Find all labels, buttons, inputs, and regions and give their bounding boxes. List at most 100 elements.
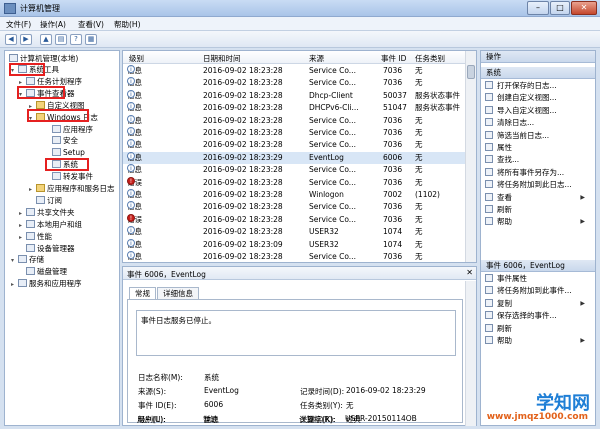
event-id: 51047: [383, 103, 407, 113]
event-source: Service Co...: [309, 177, 356, 187]
event-datetime: 2016-09-02 18:23:28: [203, 140, 283, 150]
event-row[interactable]: i信息 2016-09-02 18:23:28 Service Co... 7036 无: [123, 139, 466, 152]
event-row[interactable]: i信息 2016-09-02 18:23:28 Service Co... 7036 无: [123, 201, 466, 214]
col-event-id[interactable]: 事件 ID: [381, 53, 406, 64]
menu-action[interactable]: 操作(A): [40, 19, 66, 30]
tree-item[interactable]: ▾ 存储: [11, 254, 44, 265]
show-action-pane-icon[interactable]: ▦: [85, 34, 97, 45]
action-item[interactable]: 帮助 ▶: [481, 216, 595, 228]
action-item[interactable]: 筛选当前日志...: [481, 130, 595, 142]
tree-item[interactable]: 磁盘管理: [19, 266, 67, 277]
event-level: i信息: [127, 139, 142, 152]
forward-icon[interactable]: ▶: [20, 34, 32, 45]
col-task-category[interactable]: 任务类别: [415, 53, 445, 64]
menu-file[interactable]: 文件(F): [6, 19, 31, 30]
open-log-icon: [485, 81, 493, 89]
scrollbar-thumb[interactable]: [467, 65, 475, 79]
action-item[interactable]: 打开保存的日志...: [481, 80, 595, 92]
tree-item[interactable]: ▸ 应用程序和服务日志: [29, 183, 115, 194]
menu-help[interactable]: 帮助(H): [114, 19, 141, 30]
tree-item[interactable]: ▸ 共享文件夹: [19, 207, 75, 218]
action-item[interactable]: 事件属性: [481, 273, 595, 285]
tree-item-label: 订阅: [47, 195, 62, 205]
action-item-label: 导入自定义视图...: [497, 105, 557, 115]
actions-section-event[interactable]: 事件 6006，EventLog: [481, 260, 595, 272]
window-title: 计算机管理: [20, 4, 60, 13]
event-row[interactable]: i信息 2016-09-02 18:23:28 Service Co... 7036 无: [123, 164, 466, 177]
event-row[interactable]: i信息 2016-09-02 18:23:28 Service Co... 7036 无: [123, 65, 466, 78]
event-row[interactable]: !错误 2016-09-02 18:23:28 Service Co... 7036 无: [123, 176, 466, 190]
actions-section-system[interactable]: 系统: [481, 67, 595, 79]
actions-header: 操作: [481, 51, 595, 63]
event-level: i信息: [127, 151, 142, 165]
expand-arrow-icon[interactable]: ▸: [19, 208, 26, 219]
expand-arrow-icon[interactable]: ▸: [19, 232, 26, 243]
event-row[interactable]: i信息 2016-09-02 18:23:28 Dhcp-Client 50037 服务…: [123, 89, 466, 103]
event-id-label: 事件 ID(E):: [138, 401, 177, 410]
tree-item[interactable]: 转发事件: [45, 171, 93, 182]
expand-arrow-icon[interactable]: ▸: [29, 184, 36, 195]
back-icon[interactable]: ◀: [5, 34, 17, 45]
tree-item[interactable]: 设备管理器: [19, 243, 75, 254]
event-datetime: 2016-09-02 18:23:28: [203, 214, 283, 224]
tree-item[interactable]: 安全: [45, 135, 78, 146]
event-row[interactable]: i信息 2016-09-02 18:23:28 Service Co... 7036 无: [123, 127, 466, 140]
up-folder-icon[interactable]: ▲: [40, 34, 52, 45]
tree-item[interactable]: 订阅: [29, 195, 62, 206]
action-item[interactable]: 清除日志...: [481, 117, 595, 129]
col-level[interactable]: 级别: [129, 53, 144, 64]
task-label: 任务类别(Y):: [300, 401, 343, 410]
action-item[interactable]: 将所有事件另存为...: [481, 167, 595, 179]
action-item[interactable]: 查找...: [481, 154, 595, 166]
col-source[interactable]: 来源: [309, 53, 324, 64]
computer-icon: [9, 54, 18, 62]
event-row[interactable]: i信息 2016-09-02 18:23:28 Service Co... 7036 无: [123, 114, 466, 128]
tree-item-label: 存储: [29, 255, 44, 265]
event-row[interactable]: i信息 2016-09-02 18:23:29 EventLog 6006 无: [123, 151, 466, 165]
event-row[interactable]: i信息 2016-09-02 18:23:28 DHCPv6-Cli... 51047…: [123, 102, 466, 115]
col-datetime[interactable]: 日期和时间: [203, 53, 241, 64]
event-row[interactable]: i信息 2016-09-02 18:23:28 USER32 1074 无: [123, 226, 466, 239]
event-row[interactable]: i信息 2016-09-02 18:23:09 USER32 1074 无: [123, 238, 466, 252]
action-item[interactable]: 属性: [481, 142, 595, 154]
event-row[interactable]: i信息 2016-09-02 18:23:28 Service Co... 7036 无: [123, 251, 466, 264]
event-list-scrollbar[interactable]: [465, 51, 476, 262]
expand-arrow-icon[interactable]: ▸: [11, 279, 18, 290]
expand-arrow-icon[interactable]: ▸: [19, 220, 26, 231]
action-item[interactable]: 刷新: [481, 323, 595, 335]
event-id: 7002: [383, 190, 403, 199]
action-item[interactable]: 创建自定义视图...: [481, 92, 595, 104]
close-detail-icon[interactable]: ✕: [466, 268, 473, 277]
recorded-label: 记录时间(D):: [300, 387, 345, 396]
show-tree-icon[interactable]: ▤: [55, 34, 67, 45]
tree-item[interactable]: Setup: [45, 147, 85, 158]
menu-view[interactable]: 查看(V): [78, 19, 104, 30]
action-item[interactable]: 查看 ▶: [481, 192, 595, 204]
event-row[interactable]: i信息 2016-09-02 18:23:28 Winlogon 7002 (1102): [123, 189, 466, 202]
action-item[interactable]: 将任务附加到此事件...: [481, 285, 595, 297]
event-level: !错误: [127, 176, 142, 190]
help-icon: [485, 336, 493, 344]
action-item[interactable]: 导入自定义视图...: [481, 105, 595, 117]
action-item[interactable]: 刷新: [481, 204, 595, 216]
tree-item[interactable]: ▸ 本地用户和组: [19, 219, 82, 230]
help-icon[interactable]: ?: [70, 34, 82, 45]
tree-item-label: 共享文件夹: [37, 207, 75, 217]
event-id: 1074: [383, 239, 403, 249]
action-item[interactable]: 帮助 ▶: [481, 335, 595, 347]
event-row[interactable]: i信息 2016-09-02 18:23:28 Service Co... 7036 无: [123, 77, 466, 90]
action-item[interactable]: 保存选择的事件...: [481, 310, 595, 322]
close-button[interactable]: ✕: [571, 1, 597, 15]
action-item[interactable]: 将任务附加到此日志...: [481, 179, 595, 191]
tree-item[interactable]: 应用程序: [45, 124, 93, 135]
expand-arrow-icon[interactable]: ▾: [11, 255, 18, 266]
minimize-button[interactable]: –: [527, 1, 549, 15]
attach-task-icon: [485, 180, 493, 189]
action-item[interactable]: 复制 ▶: [481, 298, 595, 310]
maximize-button[interactable]: □: [550, 1, 570, 15]
event-row[interactable]: !错误 2016-09-02 18:23:28 Service Co... 7036 无: [123, 213, 466, 227]
task-value: 无: [346, 401, 354, 410]
submenu-arrow-icon: ▶: [580, 337, 585, 344]
tree-item[interactable]: ▸ 服务和应用程序: [11, 278, 82, 289]
tree-item[interactable]: ▸ 性能: [19, 231, 52, 242]
